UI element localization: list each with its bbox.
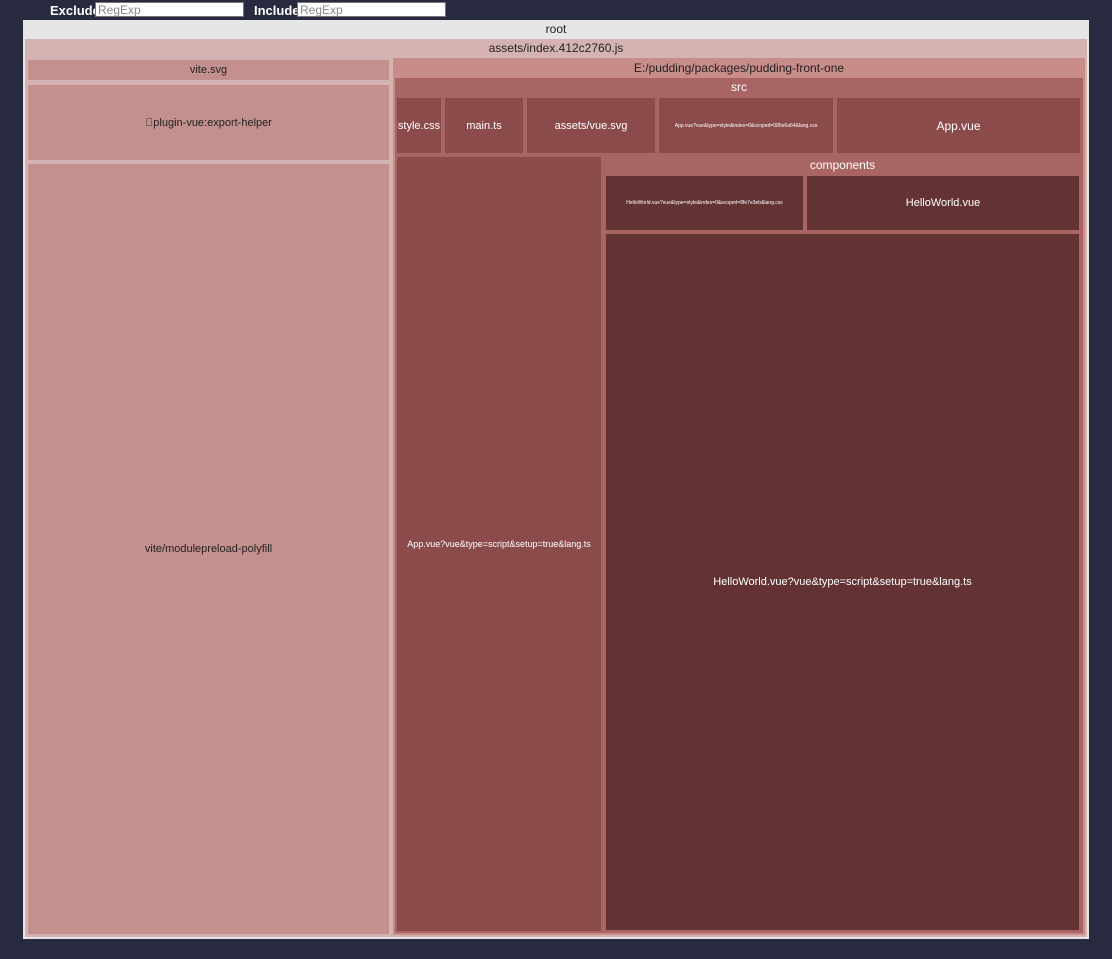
- app-vue-cell[interactable]: App.vue: [836, 97, 1081, 154]
- src-header[interactable]: src: [395, 78, 1083, 96]
- hello-script-cell[interactable]: HelloWorld.vue?vue&type=script&setup=tru…: [605, 233, 1080, 931]
- include-label: Include: [254, 3, 300, 18]
- modulepreload-cell[interactable]: vite/modulepreload-polyfill: [27, 163, 390, 935]
- exclude-label: Exclude: [50, 3, 100, 18]
- bundle-header[interactable]: assets/index.412c2760.js: [25, 39, 1087, 57]
- app-script-cell[interactable]: App.vue?vue&type=script&setup=true&lang.…: [396, 156, 602, 932]
- include-input[interactable]: [297, 2, 446, 17]
- vue-svg-cell[interactable]: assets/vue.svg: [526, 97, 656, 154]
- hello-vue-cell[interactable]: HelloWorld.vue: [806, 175, 1080, 231]
- components-header[interactable]: components: [604, 156, 1081, 174]
- exclude-input[interactable]: [95, 2, 244, 17]
- vite-svg-cell[interactable]: vite.svg: [27, 59, 390, 81]
- style-css-cell[interactable]: style.css: [396, 97, 442, 154]
- main-ts-cell[interactable]: main.ts: [444, 97, 524, 154]
- package-header[interactable]: E:/pudding/packages/pudding-front-one: [393, 58, 1085, 77]
- export-helper-cell[interactable]:  plugin-vue:export-helper: [27, 84, 390, 161]
- app-style-cell[interactable]: App.vue?vue&type=style&index=0&scoped=08…: [658, 97, 834, 154]
- root-header[interactable]: root: [23, 20, 1089, 38]
- hello-style-cell[interactable]: HelloWorld.vue?vue&type=style&index=0&sc…: [605, 175, 804, 231]
